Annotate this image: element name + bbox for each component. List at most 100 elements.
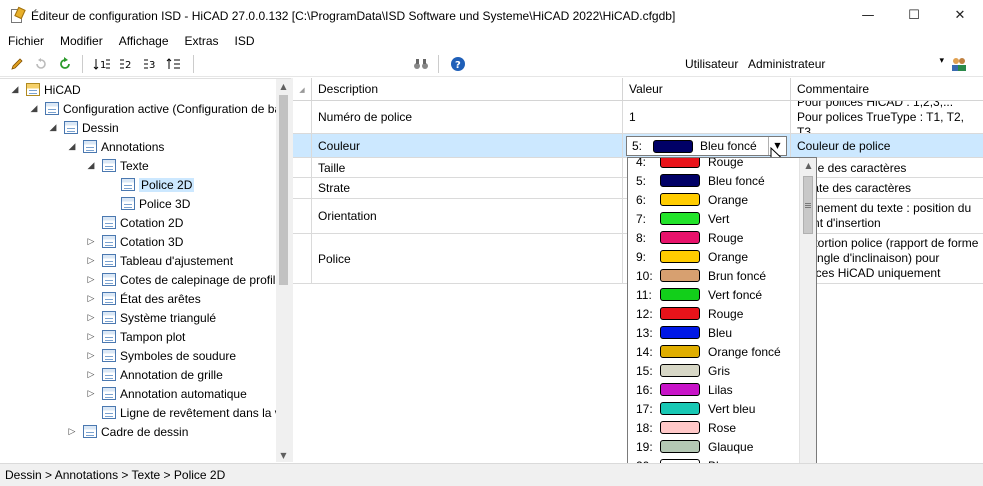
users-icon[interactable] <box>950 56 968 72</box>
tree-item-label: État des arêtes <box>120 291 201 306</box>
header-value[interactable]: Valeur <box>623 78 791 101</box>
scroll-down-icon[interactable]: ▼ <box>276 448 291 462</box>
tree-item[interactable]: ▷ Tampon plot <box>86 327 186 346</box>
color-option[interactable]: 10: Brun foncé <box>628 266 800 285</box>
color-option[interactable]: 14: Orange foncé <box>628 342 800 361</box>
menu-fichier[interactable]: Fichier <box>0 31 52 51</box>
collapse-arrow-icon[interactable]: ◢ <box>10 85 20 95</box>
tree-item[interactable]: Police 3D <box>105 194 190 213</box>
table-node-icon <box>83 140 97 153</box>
tree-item[interactable]: Cotation 2D <box>86 213 183 232</box>
tree-item[interactable]: Police 2D <box>105 175 195 194</box>
color-option[interactable]: 4: Rouge <box>628 157 800 171</box>
grid-row[interactable]: Numéro de police 1 Pour polices HiCAD : … <box>293 101 983 134</box>
close-button[interactable]: ✕ <box>937 0 983 31</box>
expand-level-2-icon[interactable]: 2 <box>115 53 137 75</box>
color-option-number: 10: <box>636 268 653 283</box>
color-combobox[interactable]: 5: Bleu foncé ▼ <box>626 136 787 156</box>
expand-arrow-icon[interactable]: ▷ <box>86 332 96 342</box>
collapse-arrow-icon[interactable]: ◢ <box>86 161 96 171</box>
color-option[interactable]: 7: Vert <box>628 209 800 228</box>
scroll-up-icon[interactable]: ▲ <box>276 79 291 94</box>
table-node-icon <box>102 368 116 381</box>
table-node-icon <box>121 178 135 191</box>
color-option-name: Vert <box>708 211 730 226</box>
expand-arrow-icon[interactable]: ▷ <box>86 237 96 247</box>
collapse-arrow-icon[interactable]: ◢ <box>48 123 58 133</box>
expand-arrow-icon[interactable]: ▷ <box>86 370 96 380</box>
help-icon[interactable]: ? <box>447 53 469 75</box>
expand-arrow-icon[interactable]: ▷ <box>86 256 96 266</box>
expand-arrow-icon[interactable]: ▷ <box>67 427 77 437</box>
expand-arrow-icon[interactable]: ▷ <box>86 275 96 285</box>
color-option[interactable]: 16: Lilas <box>628 380 800 399</box>
dropdown-scrollbar[interactable]: ▲ <box>799 158 816 485</box>
color-option[interactable]: 5: Bleu foncé <box>628 171 800 190</box>
tree-scrollbar-thumb[interactable] <box>279 95 288 285</box>
expand-arrow-icon[interactable]: ▷ <box>86 313 96 323</box>
color-swatch <box>660 402 700 415</box>
color-dropdown-list[interactable]: 4: Rouge 5: Bleu foncé 6: Orange 7: Vert 8: Rouge… <box>627 157 817 486</box>
color-swatch <box>660 307 700 320</box>
search-binoculars-icon[interactable] <box>410 53 432 75</box>
color-option[interactable]: 12: Rouge <box>628 304 800 323</box>
menu-extras[interactable]: Extras <box>177 31 227 51</box>
color-option-number: 4: <box>636 157 647 169</box>
tree-item[interactable]: ◢ Configuration active (Configuration de … <box>29 99 276 118</box>
tree-item[interactable]: ▷ État des arêtes <box>86 289 201 308</box>
tree-scrollbar[interactable]: ▲ ▼ <box>276 79 291 462</box>
minimize-button[interactable]: — <box>845 0 891 31</box>
color-option[interactable]: 17: Vert bleu <box>628 399 800 418</box>
scroll-up-icon[interactable]: ▲ <box>800 158 816 174</box>
color-option[interactable]: 6: Orange <box>628 190 800 209</box>
header-description[interactable]: Description <box>312 78 623 101</box>
app-icon <box>9 6 26 24</box>
tree-item[interactable]: Ligne de revêtement dans la vue <box>86 403 276 422</box>
expand-level-1-icon[interactable]: 1 <box>91 53 113 75</box>
collapse-arrow-icon[interactable]: ◢ <box>29 104 39 114</box>
refresh-icon[interactable] <box>54 53 76 75</box>
tree-item[interactable]: ◢ Dessin <box>48 118 119 137</box>
tree-item[interactable]: ◢ Annotations <box>67 137 165 156</box>
undo-icon[interactable] <box>30 53 52 75</box>
tree-item[interactable]: ▷ Annotation de grille <box>86 365 223 384</box>
tree-item[interactable]: ▷ Cotation 3D <box>86 232 184 251</box>
table-node-icon <box>102 406 116 419</box>
dropdown-scrollbar-thumb[interactable] <box>803 176 813 234</box>
tree-item[interactable]: ▷ Cotes de calepinage de profilés <box>86 270 276 289</box>
expand-level-3-icon[interactable]: 3 <box>139 53 161 75</box>
menu-modifier[interactable]: Modifier <box>52 31 111 51</box>
color-option-number: 15: <box>636 363 653 378</box>
color-option[interactable]: 9: Orange <box>628 247 800 266</box>
user-select[interactable]: Administrateur ▾ <box>744 54 946 74</box>
tree-item[interactable]: ▷ Tableau d'ajustement <box>86 251 234 270</box>
collapse-all-icon[interactable] <box>163 53 185 75</box>
row-value[interactable]: 1 <box>623 101 791 133</box>
tree-item[interactable]: ▷ Système triangulé <box>86 308 217 327</box>
menu-isd[interactable]: ISD <box>227 31 263 51</box>
tree-item[interactable]: ▷ Cadre de dessin <box>67 422 189 441</box>
row-description: Numéro de police <box>312 101 623 133</box>
menu-affichage[interactable]: Affichage <box>111 31 177 51</box>
maximize-button[interactable]: ☐ <box>891 0 937 31</box>
table-node-icon <box>64 121 78 134</box>
color-option-name: Gris <box>708 363 730 378</box>
tree-item[interactable]: ▷ Symboles de soudure <box>86 346 237 365</box>
tree-item[interactable]: ◢ Texte <box>86 156 149 175</box>
color-option[interactable]: 11: Vert foncé <box>628 285 800 304</box>
color-option[interactable]: 13: Bleu <box>628 323 800 342</box>
tree-item[interactable]: ▷ Annotation automatique <box>86 384 247 403</box>
collapse-arrow-icon[interactable]: ◢ <box>67 142 77 152</box>
expand-arrow-icon[interactable]: ▷ <box>86 351 96 361</box>
tree-item-label: Cotation 3D <box>120 234 184 249</box>
tree-item[interactable]: ◢ HiCAD <box>10 80 81 99</box>
header-comment[interactable]: Commentaire <box>791 78 983 101</box>
color-option[interactable]: 18: Rose <box>628 418 800 437</box>
edit-pencil-icon[interactable] <box>6 53 28 75</box>
color-option[interactable]: 19: Glauque <box>628 437 800 456</box>
color-option[interactable]: 15: Gris <box>628 361 800 380</box>
table-node-icon <box>83 425 97 438</box>
expand-arrow-icon[interactable]: ▷ <box>86 294 96 304</box>
color-option[interactable]: 8: Rouge <box>628 228 800 247</box>
expand-arrow-icon[interactable]: ▷ <box>86 389 96 399</box>
